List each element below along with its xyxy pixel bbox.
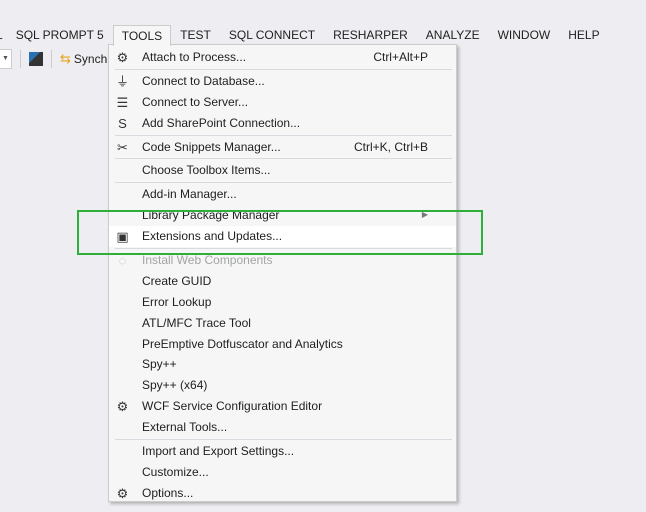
menu-item-code-snippets-manager[interactable]: ✂ Code Snippets Manager... Ctrl+K, Ctrl+B [109,137,456,158]
menu-sql-prompt[interactable]: SQL PROMPT 5 [7,25,113,45]
menu-item-error-lookup[interactable]: Error Lookup [109,292,456,313]
menu-item-add-sharepoint-connection[interactable]: S Add SharePoint Connection... [109,113,456,134]
synchronize-button[interactable]: Synchr [74,52,111,66]
menu-tools[interactable]: TOOLS [112,25,172,46]
menu-item-label: Install Web Components [142,253,273,268]
code-snippets-icon: ✂ [117,139,128,155]
menu-item-attach-to-process[interactable]: ⚙ Attach to Process... Ctrl+Alt+P [109,47,456,68]
dropdown-combo[interactable]: ▼ [0,49,12,69]
menu-bar: L SQL PROMPT 5 TOOLS TEST SQL CONNECT RE… [0,25,609,46]
options-gear-icon: ⚙ [116,485,129,501]
menu-item-label: Spy++ [142,357,177,372]
menu-item-add-in-manager[interactable]: Add-in Manager... [109,184,456,205]
menu-item-label: Attach to Process... [142,50,247,64]
menu-item-label: Extensions and Updates... [142,229,283,244]
shortcut-text: Ctrl+Alt+P [373,50,428,64]
synchronize-icon[interactable]: ⇆ [60,51,71,67]
menu-item-label: External Tools... [142,420,228,435]
connect-database-icon: ⏚ [115,73,129,89]
menu-window[interactable]: WINDOW [489,25,560,45]
menu-item-label: Customize... [142,464,209,479]
menu-item-spy[interactable]: Spy++ [109,354,456,375]
menu-separator [115,439,452,441]
shortcut-text: Ctrl+K, Ctrl+B [353,139,428,154]
menu-analyze[interactable]: ANALYZE [417,25,489,45]
menu-item-label: ATL/MFC Trace Tool [142,315,251,330]
menu-item-label: Choose Toolbox Items... [142,163,271,178]
menu-item-create-guid[interactable]: Create GUID [109,271,456,292]
attach-process-icon: ⚙ [116,50,129,65]
menu-help[interactable]: HELP [559,25,608,45]
menu-separator [115,248,452,250]
menu-item-options[interactable]: ⚙ Options... [109,483,456,504]
submenu-arrow-icon: ▶ [421,210,428,220]
menu-item-external-tools[interactable]: External Tools... [109,417,456,438]
menu-test[interactable]: TEST [171,25,220,45]
menu-item-label: Library Package Manager [142,208,280,223]
menu-item-atl-mfc-trace-tool[interactable]: ATL/MFC Trace Tool [109,313,456,334]
menu-item-import-and-export-settings[interactable]: Import and Export Settings... [109,441,456,462]
menu-item-label: Connect to Server... [142,94,249,109]
menu-item-label: PreEmptive Dotfuscator and Analytics [142,336,343,351]
menu-item-connect-to-database[interactable]: ⏚ Connect to Database... [109,71,456,92]
menu-item-label: Code Snippets Manager... [142,139,281,154]
extensions-icon: ▣ [116,229,129,245]
toolbar: ▼ ⇆ Synchr [0,47,111,71]
menu-item-spy-x64[interactable]: Spy++ (x64) [109,375,456,396]
menu-resharper[interactable]: RESHARPER [324,25,417,45]
menu-item-label: Error Lookup [142,294,212,309]
menu-item-extensions-and-updates[interactable]: ▣ Extensions and Updates... [109,226,456,248]
menu-separator [115,68,452,70]
sharepoint-icon: S [118,115,127,131]
menu-item-label: Add SharePoint Connection... [142,115,301,130]
menu-item-customize[interactable]: Customize... [109,462,456,483]
menu-separator [115,182,452,184]
menu-item-label: WCF Service Configuration Editor [142,399,323,414]
menu-item-label: Spy++ (x64) [142,378,208,393]
wcf-config-icon: ⚙ [116,399,129,415]
menu-item-label: Add-in Manager... [142,187,237,202]
toolbar-separator [51,50,52,68]
menu-item-connect-to-server[interactable]: ☰ Connect to Server... [109,92,456,113]
toolbar-separator [20,50,21,68]
menu-item-preemptive-dotfuscator-and-analytics[interactable]: PreEmptive Dotfuscator and Analytics [109,334,456,355]
menu-item-label: Import and Export Settings... [142,444,295,459]
menu-item-wcf-service-configuration-editor[interactable]: ⚙ WCF Service Configuration Editor [109,396,456,417]
menu-separator [115,158,452,160]
menu-sql-connect[interactable]: SQL CONNECT [220,25,324,45]
menu-item-choose-toolbox-items[interactable]: Choose Toolbox Items... [109,160,456,181]
menu-item-library-package-manager[interactable]: Library Package Manager ▶ [109,205,456,226]
tools-menu: ⚙ Attach to Process... Ctrl+Alt+P ⏚ Connect … [108,44,457,502]
connect-server-icon: ☰ [116,94,129,110]
menu-l[interactable]: L [0,25,7,45]
menu-item-label: Connect to Database... [142,73,265,88]
menu-item-label: Options... [142,485,194,500]
menu-separator [115,134,452,136]
menu-item-label: Create GUID [142,273,212,288]
menu-item-install-web-components: ◌ Install Web Components [109,250,456,271]
web-components-icon: ◌ [118,253,127,269]
find-icon[interactable] [29,52,43,66]
